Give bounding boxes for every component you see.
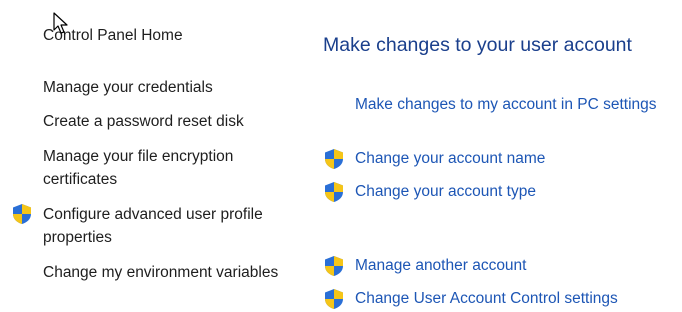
sidebar: Control Panel Home Manage your credentia… bbox=[0, 0, 290, 312]
uac-shield-icon bbox=[325, 182, 343, 202]
uac-shield-icon bbox=[325, 289, 343, 309]
change-account-type-link[interactable]: Change your account type bbox=[355, 181, 536, 203]
main-content: Make changes to your user account Make c… bbox=[290, 0, 682, 312]
mouse-pointer-icon bbox=[53, 12, 68, 34]
uac-settings-link[interactable]: Change User Account Control settings bbox=[355, 288, 618, 310]
sidebar-item-file-encryption-certificates[interactable]: Manage your file encryption certificates bbox=[43, 145, 283, 191]
sidebar-item-manage-credentials[interactable]: Manage your credentials bbox=[43, 76, 283, 99]
uac-shield-icon bbox=[13, 204, 31, 224]
change-account-name-link[interactable]: Change your account name bbox=[355, 148, 545, 170]
manage-another-account-link[interactable]: Manage another account bbox=[355, 255, 526, 277]
sidebar-item-environment-variables[interactable]: Change my environment variables bbox=[43, 261, 283, 284]
pc-settings-link[interactable]: Make changes to my account in PC setting… bbox=[355, 94, 657, 116]
sidebar-item-control-panel-home[interactable]: Control Panel Home bbox=[43, 24, 283, 47]
uac-shield-icon bbox=[325, 149, 343, 169]
sidebar-item-advanced-profile-properties[interactable]: Configure advanced user profile properti… bbox=[43, 203, 283, 249]
uac-shield-icon bbox=[325, 256, 343, 276]
sidebar-item-password-reset-disk[interactable]: Create a password reset disk bbox=[43, 110, 283, 133]
page-title: Make changes to your user account bbox=[323, 34, 632, 56]
